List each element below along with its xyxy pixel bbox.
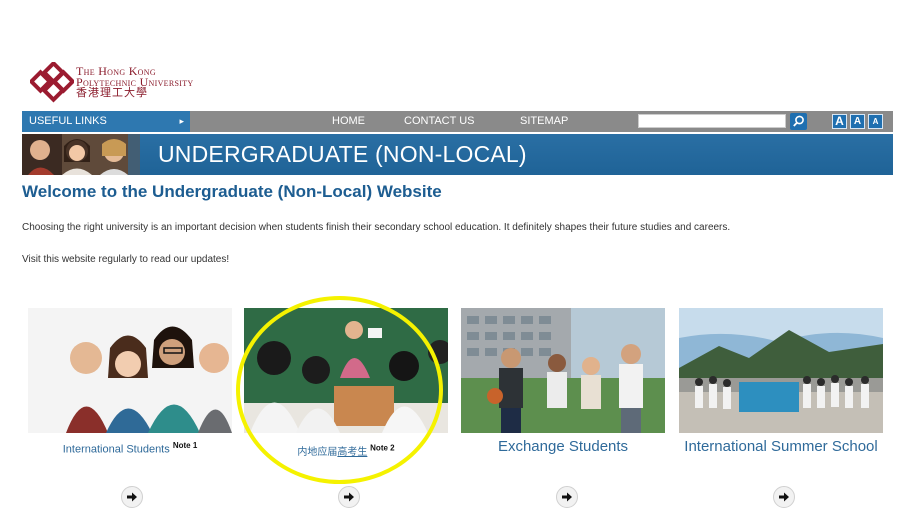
polyu-emblem-icon	[30, 62, 74, 103]
international-students-link[interactable]: International Students Note 1	[28, 441, 232, 456]
university-name: The Hong Kong Polytechnic University 香港理…	[76, 65, 193, 99]
chevron-right-icon: ▸	[179, 116, 184, 126]
international-students-arrow-button[interactable]	[121, 486, 143, 508]
nav-home-link[interactable]: HOME	[332, 111, 365, 132]
summer-school-arrow-button[interactable]	[773, 486, 795, 508]
note-2-badge: Note 2	[370, 443, 395, 453]
font-size-small-button[interactable]: A	[868, 114, 883, 129]
arrow-right-icon	[344, 492, 354, 502]
arrow-right-icon	[127, 492, 137, 502]
font-size-medium-button[interactable]: A	[850, 114, 865, 129]
mainland-students-label-prefix: 内地应届	[297, 447, 338, 458]
exchange-students-link[interactable]: Exchange Students	[461, 438, 665, 455]
note-1-badge: Note 1	[172, 441, 198, 450]
mainland-students-link[interactable]: 内地应届高考生 Note 2	[244, 443, 448, 458]
banner-title: UNDERGRADUATE (NON-LOCAL)	[158, 141, 527, 167]
arrow-right-icon	[562, 492, 572, 502]
nav-sitemap-link[interactable]: SITEMAP	[520, 111, 568, 132]
summer-school-link[interactable]: International Summer School	[672, 438, 890, 455]
useful-links-label: USEFUL LINKS	[29, 115, 107, 127]
international-students-image[interactable]	[28, 308, 232, 433]
visit-paragraph: Visit this website regularly to read our…	[22, 254, 230, 265]
mainland-students-label-link[interactable]: 高考生	[337, 447, 367, 458]
page-banner: UNDERGRADUATE (NON-LOCAL)	[22, 134, 893, 175]
mainland-students-image[interactable]	[244, 308, 448, 433]
useful-links-menu[interactable]: USEFUL LINKS ▸	[22, 111, 190, 132]
polyu-logo[interactable]: The Hong Kong Polytechnic University 香港理…	[30, 62, 260, 106]
students-banner-photo	[22, 134, 140, 175]
top-navigation-bar: USEFUL LINKS ▸ HOME CONTACT US SITEMAP A…	[22, 111, 893, 132]
exchange-students-arrow-button[interactable]	[556, 486, 578, 508]
intro-paragraph: Choosing the right university is an impo…	[22, 222, 731, 233]
font-size-large-button[interactable]: A	[832, 114, 847, 129]
arrow-right-icon	[779, 492, 789, 502]
search-icon	[793, 115, 804, 127]
exchange-students-image[interactable]	[461, 308, 665, 433]
mainland-students-arrow-button[interactable]	[338, 486, 360, 508]
nav-contact-link[interactable]: CONTACT US	[404, 111, 475, 132]
international-students-label: International Students	[62, 443, 170, 456]
university-name-chinese: 香港理工大學	[76, 87, 148, 99]
search-input[interactable]	[638, 114, 786, 128]
page-title: Welcome to the Undergraduate (Non-Local)…	[22, 182, 442, 201]
search-button[interactable]	[790, 113, 807, 130]
summer-school-image[interactable]	[679, 308, 883, 433]
